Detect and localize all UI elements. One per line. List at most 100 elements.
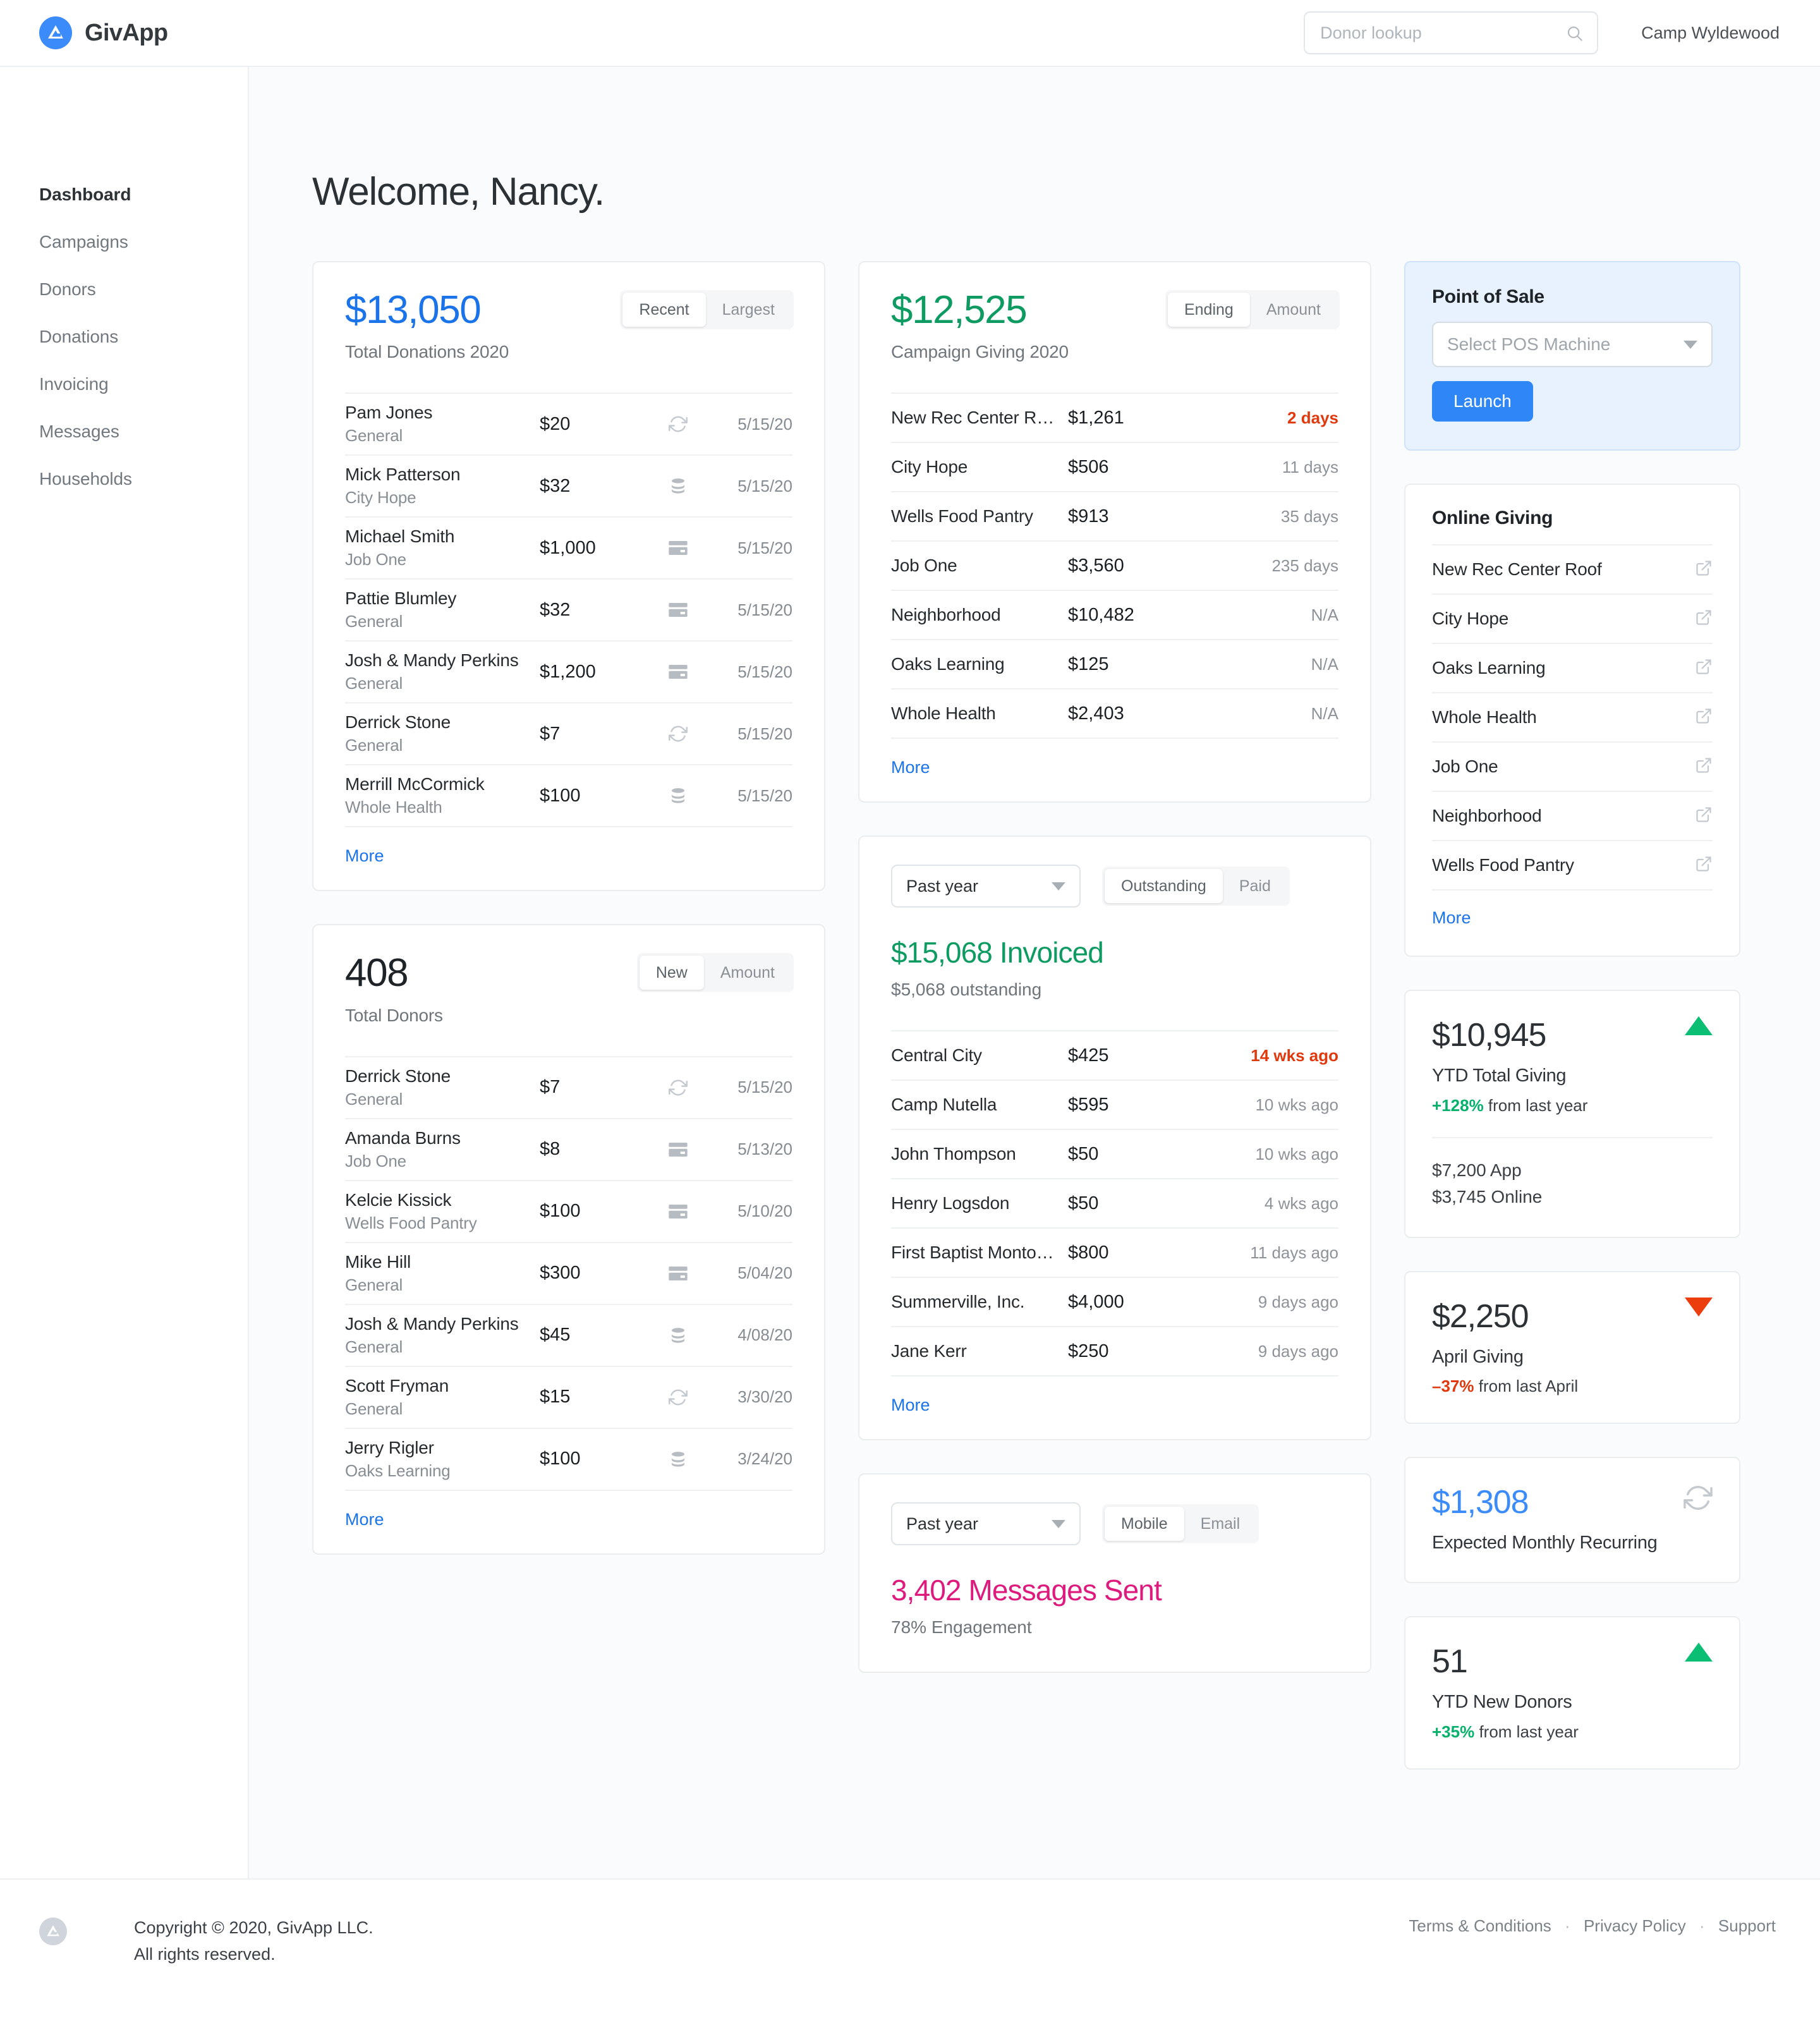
table-row[interactable]: Pattie Blumley General $32 5/15/20 <box>345 578 792 640</box>
external-link-icon[interactable] <box>1695 609 1713 629</box>
donor-name: Scott Fryman <box>345 1375 449 1395</box>
search-input[interactable] <box>1304 11 1599 54</box>
brand-logo[interactable]: GivApp <box>39 16 168 49</box>
table-row[interactable]: New Rec Center Roof $1,261 2 days <box>891 392 1338 442</box>
footer-link-support[interactable]: Support <box>1718 1916 1776 1935</box>
list-item[interactable]: City Hope <box>1432 593 1713 643</box>
messages-period-select[interactable]: Past year <box>891 1502 1081 1546</box>
footer-link-privacy[interactable]: Privacy Policy <box>1584 1916 1686 1935</box>
sidebar-item-households[interactable]: Households <box>39 469 248 489</box>
messages-channel-mobile[interactable]: Mobile <box>1105 1507 1184 1541</box>
givapp-footer-logo-icon <box>39 1917 67 1945</box>
table-row[interactable]: Central City $425 14 wks ago <box>891 1030 1338 1079</box>
list-item[interactable]: Neighborhood <box>1432 791 1713 840</box>
row-amount: $913 <box>1068 506 1109 526</box>
footer-copyright-line1: Copyright © 2020, GivApp LLC. <box>134 1918 373 1937</box>
footer-link-terms[interactable]: Terms & Conditions <box>1409 1916 1551 1935</box>
external-link-icon[interactable] <box>1695 855 1713 876</box>
chevron-down-icon <box>1684 340 1697 349</box>
external-link-icon[interactable] <box>1695 806 1713 827</box>
table-row[interactable]: Neighborhood $10,482 N/A <box>891 590 1338 639</box>
search-icon[interactable] <box>1565 24 1584 46</box>
more-link[interactable]: More <box>891 738 1338 801</box>
table-row[interactable]: John Thompson $50 10 wks ago <box>891 1129 1338 1178</box>
table-row[interactable]: Derrick Stone General $7 5/15/20 <box>345 702 792 764</box>
list-item[interactable]: Oaks Learning <box>1432 643 1713 692</box>
list-item[interactable]: Wells Food Pantry <box>1432 840 1713 889</box>
campaign-days-remaining: N/A <box>1311 654 1338 674</box>
kpi-body: $10,945 YTD Total Giving +128% from last… <box>1405 991 1739 1237</box>
table-row[interactable]: Pam Jones General $20 5/15/20 <box>345 392 792 454</box>
list-item[interactable]: Whole Health <box>1432 692 1713 741</box>
table-row[interactable]: Amanda Burns Job One $8 5/13/20 <box>345 1117 792 1180</box>
invoicing-status-outstanding[interactable]: Outstanding <box>1105 869 1223 904</box>
launch-button[interactable]: Launch <box>1432 381 1533 422</box>
table-row[interactable]: Merrill McCormick Whole Health $100 5/15/20 <box>345 764 792 826</box>
table-row[interactable]: Jane Kerr $250 9 days ago <box>891 1326 1338 1375</box>
table-row[interactable]: Derrick Stone General $7 5/15/20 <box>345 1055 792 1118</box>
table-row[interactable]: Josh & Mandy Perkins General $45 4/08/20 <box>345 1303 792 1366</box>
pos-machine-select[interactable]: Select POS Machine <box>1432 322 1713 367</box>
more-link[interactable]: More <box>891 1375 1338 1439</box>
donors-sort-amount[interactable]: Amount <box>704 956 791 990</box>
table-row[interactable]: Job One $3,560 235 days <box>891 540 1338 590</box>
messages-channel-email[interactable]: Email <box>1184 1507 1257 1541</box>
external-link-icon[interactable] <box>1695 658 1713 679</box>
total-donations-label: Total Donations 2020 <box>345 342 509 362</box>
donation-amount: $300 <box>540 1263 581 1284</box>
fund-name: City Hope <box>345 488 416 508</box>
donors-sort-new[interactable]: New <box>639 956 704 990</box>
table-row[interactable]: Scott Fryman General $15 3/30/20 <box>345 1365 792 1428</box>
sidebar-item-donations[interactable]: Donations <box>39 327 248 347</box>
donation-date: 5/15/20 <box>737 600 792 619</box>
table-row[interactable]: Camp Nutella $595 10 wks ago <box>891 1079 1338 1129</box>
list-item[interactable]: New Rec Center Roof <box>1432 544 1713 593</box>
list-item[interactable]: Job One <box>1432 741 1713 791</box>
row-primary: Derrick Stone General <box>345 1066 540 1109</box>
sidebar-item-campaigns[interactable]: Campaigns <box>39 232 248 252</box>
table-row[interactable]: First Baptist Montogm… $800 11 days ago <box>891 1227 1338 1277</box>
donations-sort-largest[interactable]: Largest <box>706 293 791 327</box>
row-primary: Mick Patterson City Hope <box>345 465 540 508</box>
app-header: GivApp Camp Wyldewood <box>0 0 1820 67</box>
table-row[interactable]: Oaks Learning $125 N/A <box>891 639 1338 688</box>
table-row[interactable]: Michael Smith Job One $1,000 5/15/20 <box>345 516 792 578</box>
table-row[interactable]: Whole Health $2,403 N/A <box>891 688 1338 738</box>
external-link-icon[interactable] <box>1695 707 1713 728</box>
table-row[interactable]: Wells Food Pantry $913 35 days <box>891 491 1338 540</box>
table-row[interactable]: Summerville, Inc. $4,000 9 days ago <box>891 1277 1338 1326</box>
sidebar-item-dashboard[interactable]: Dashboard <box>39 185 248 205</box>
sidebar-item-donors[interactable]: Donors <box>39 279 248 300</box>
organization-name[interactable]: Camp Wyldewood <box>1641 23 1785 43</box>
donations-sort-recent[interactable]: Recent <box>622 293 706 327</box>
table-row[interactable]: Henry Logsdon $50 4 wks ago <box>891 1178 1338 1227</box>
table-row[interactable]: Jerry Rigler Oaks Learning $100 3/24/20 <box>345 1427 792 1490</box>
sidebar-item-messages[interactable]: Messages <box>39 422 248 442</box>
column-middle: $12,525 Campaign Giving 2020 Ending Amou… <box>858 261 1371 1706</box>
invoices-list: Central City $425 14 wks ago Camp Nutella $5… <box>859 1030 1370 1439</box>
table-row[interactable]: Josh & Mandy Perkins General $1,200 5/15/20 <box>345 640 792 702</box>
invoicing-period-select[interactable]: Past year <box>891 865 1081 908</box>
invoicing-status-paid[interactable]: Paid <box>1223 869 1287 903</box>
donation-amount: $7 <box>540 723 561 744</box>
row-amount: $10,482 <box>1068 604 1134 625</box>
table-row[interactable]: City Hope $506 11 days <box>891 442 1338 491</box>
online-giving-more-link[interactable]: More <box>1432 889 1713 949</box>
invoicing-filters: Past year Outstanding Paid <box>859 837 1370 908</box>
messages-channel-toggle: Mobile Email <box>1102 1504 1259 1544</box>
row-amount: $50 <box>1068 1143 1099 1164</box>
campaign-sort-amount[interactable]: Amount <box>1250 293 1337 327</box>
more-link[interactable]: More <box>345 1489 792 1553</box>
sidebar-item-invoicing[interactable]: Invoicing <box>39 374 248 394</box>
campaign-name: Whole Health <box>891 703 996 724</box>
more-link[interactable]: More <box>345 826 792 890</box>
campaign-sort-ending[interactable]: Ending <box>1167 293 1250 327</box>
external-link-icon[interactable] <box>1695 559 1713 580</box>
campaign-name: New Rec Center Roof <box>891 408 1061 428</box>
table-row[interactable]: Mike Hill General $300 5/04/20 <box>345 1241 792 1304</box>
table-row[interactable]: Kelcie Kissick Wells Food Pantry $100 5/10/… <box>345 1179 792 1242</box>
external-link-icon[interactable] <box>1695 757 1713 777</box>
messages-sent-total: 3,402 Messages Sent <box>891 1574 1162 1607</box>
table-row[interactable]: Mick Patterson City Hope $32 5/15/20 <box>345 454 792 516</box>
cash-icon <box>657 477 699 495</box>
